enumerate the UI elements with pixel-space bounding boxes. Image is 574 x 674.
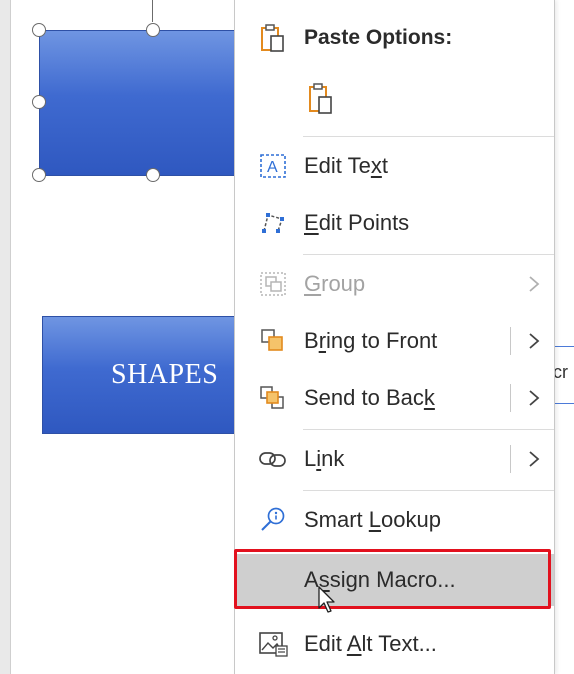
paste-keep-formatting-button[interactable] <box>297 75 345 123</box>
menu-item-label: Bring to Front <box>304 328 438 353</box>
paste-options-header: Paste Options: <box>235 14 554 62</box>
paste-options-label: Paste Options: <box>304 26 453 49</box>
bring-to-front-icon <box>257 325 289 357</box>
submenu-divider <box>510 384 511 412</box>
menu-item-label: Group <box>304 271 366 296</box>
resize-handle-top-middle[interactable] <box>146 23 160 37</box>
menu-item-link[interactable]: Link <box>235 435 554 483</box>
menu-item-smart-lookup[interactable]: Smart Lookup <box>235 496 554 544</box>
chevron-right-icon <box>523 273 545 295</box>
link-icon <box>257 443 289 475</box>
chevron-right-icon[interactable] <box>523 330 545 352</box>
group-icon <box>257 268 289 300</box>
alt-text-icon <box>257 628 289 660</box>
menu-item-edit-alt-text[interactable]: Edit Alt Text... <box>235 620 554 668</box>
edit-points-icon <box>257 207 289 239</box>
mouse-pointer-icon <box>318 586 336 619</box>
edit-text-icon: A <box>257 150 289 182</box>
menu-item-label: Edit Points <box>304 210 410 235</box>
menu-item-edit-points[interactable]: Edit Points <box>235 199 554 247</box>
sheet-left-edge <box>0 0 11 674</box>
paste-clipboard-icon <box>305 83 337 115</box>
connector-text: cr <box>553 362 568 382</box>
menu-separator <box>303 136 554 137</box>
menu-item-label: Edit Alt Text... <box>304 631 437 656</box>
selected-shape[interactable] <box>39 30 241 176</box>
svg-text:A: A <box>267 159 278 176</box>
menu-item-label: Link <box>304 446 345 471</box>
shape-label-text: SHAPES <box>111 359 219 390</box>
resize-handle-bottom-middle[interactable] <box>146 168 160 182</box>
annotation-highlight-box <box>234 549 551 609</box>
menu-item-send-to-back[interactable]: Send to Back <box>235 374 554 422</box>
rotation-handle-line <box>152 0 153 22</box>
resize-handle-top-left[interactable] <box>32 23 46 37</box>
menu-item-label: Send to Back <box>304 385 435 410</box>
menu-item-edit-text[interactable]: A Edit Text <box>235 142 554 190</box>
smart-lookup-icon <box>257 504 289 536</box>
submenu-divider <box>510 327 511 355</box>
resize-handle-bottom-left[interactable] <box>32 168 46 182</box>
resize-handle-middle-left[interactable] <box>32 95 46 109</box>
menu-separator <box>303 490 554 491</box>
menu-item-label: Smart Lookup <box>304 507 441 532</box>
chevron-right-icon[interactable] <box>523 387 545 409</box>
shapes-button-shape[interactable]: SHAPES <box>42 316 242 434</box>
menu-item-bring-to-front[interactable]: Bring to Front <box>235 317 554 365</box>
chevron-right-icon[interactable] <box>523 448 545 470</box>
menu-item-label: Edit Text <box>304 153 388 178</box>
submenu-divider <box>510 445 511 473</box>
clipboard-icon <box>257 22 289 54</box>
menu-item-group: Group <box>235 260 554 308</box>
send-to-back-icon <box>257 382 289 414</box>
menu-separator <box>303 429 554 430</box>
menu-separator <box>303 254 554 255</box>
